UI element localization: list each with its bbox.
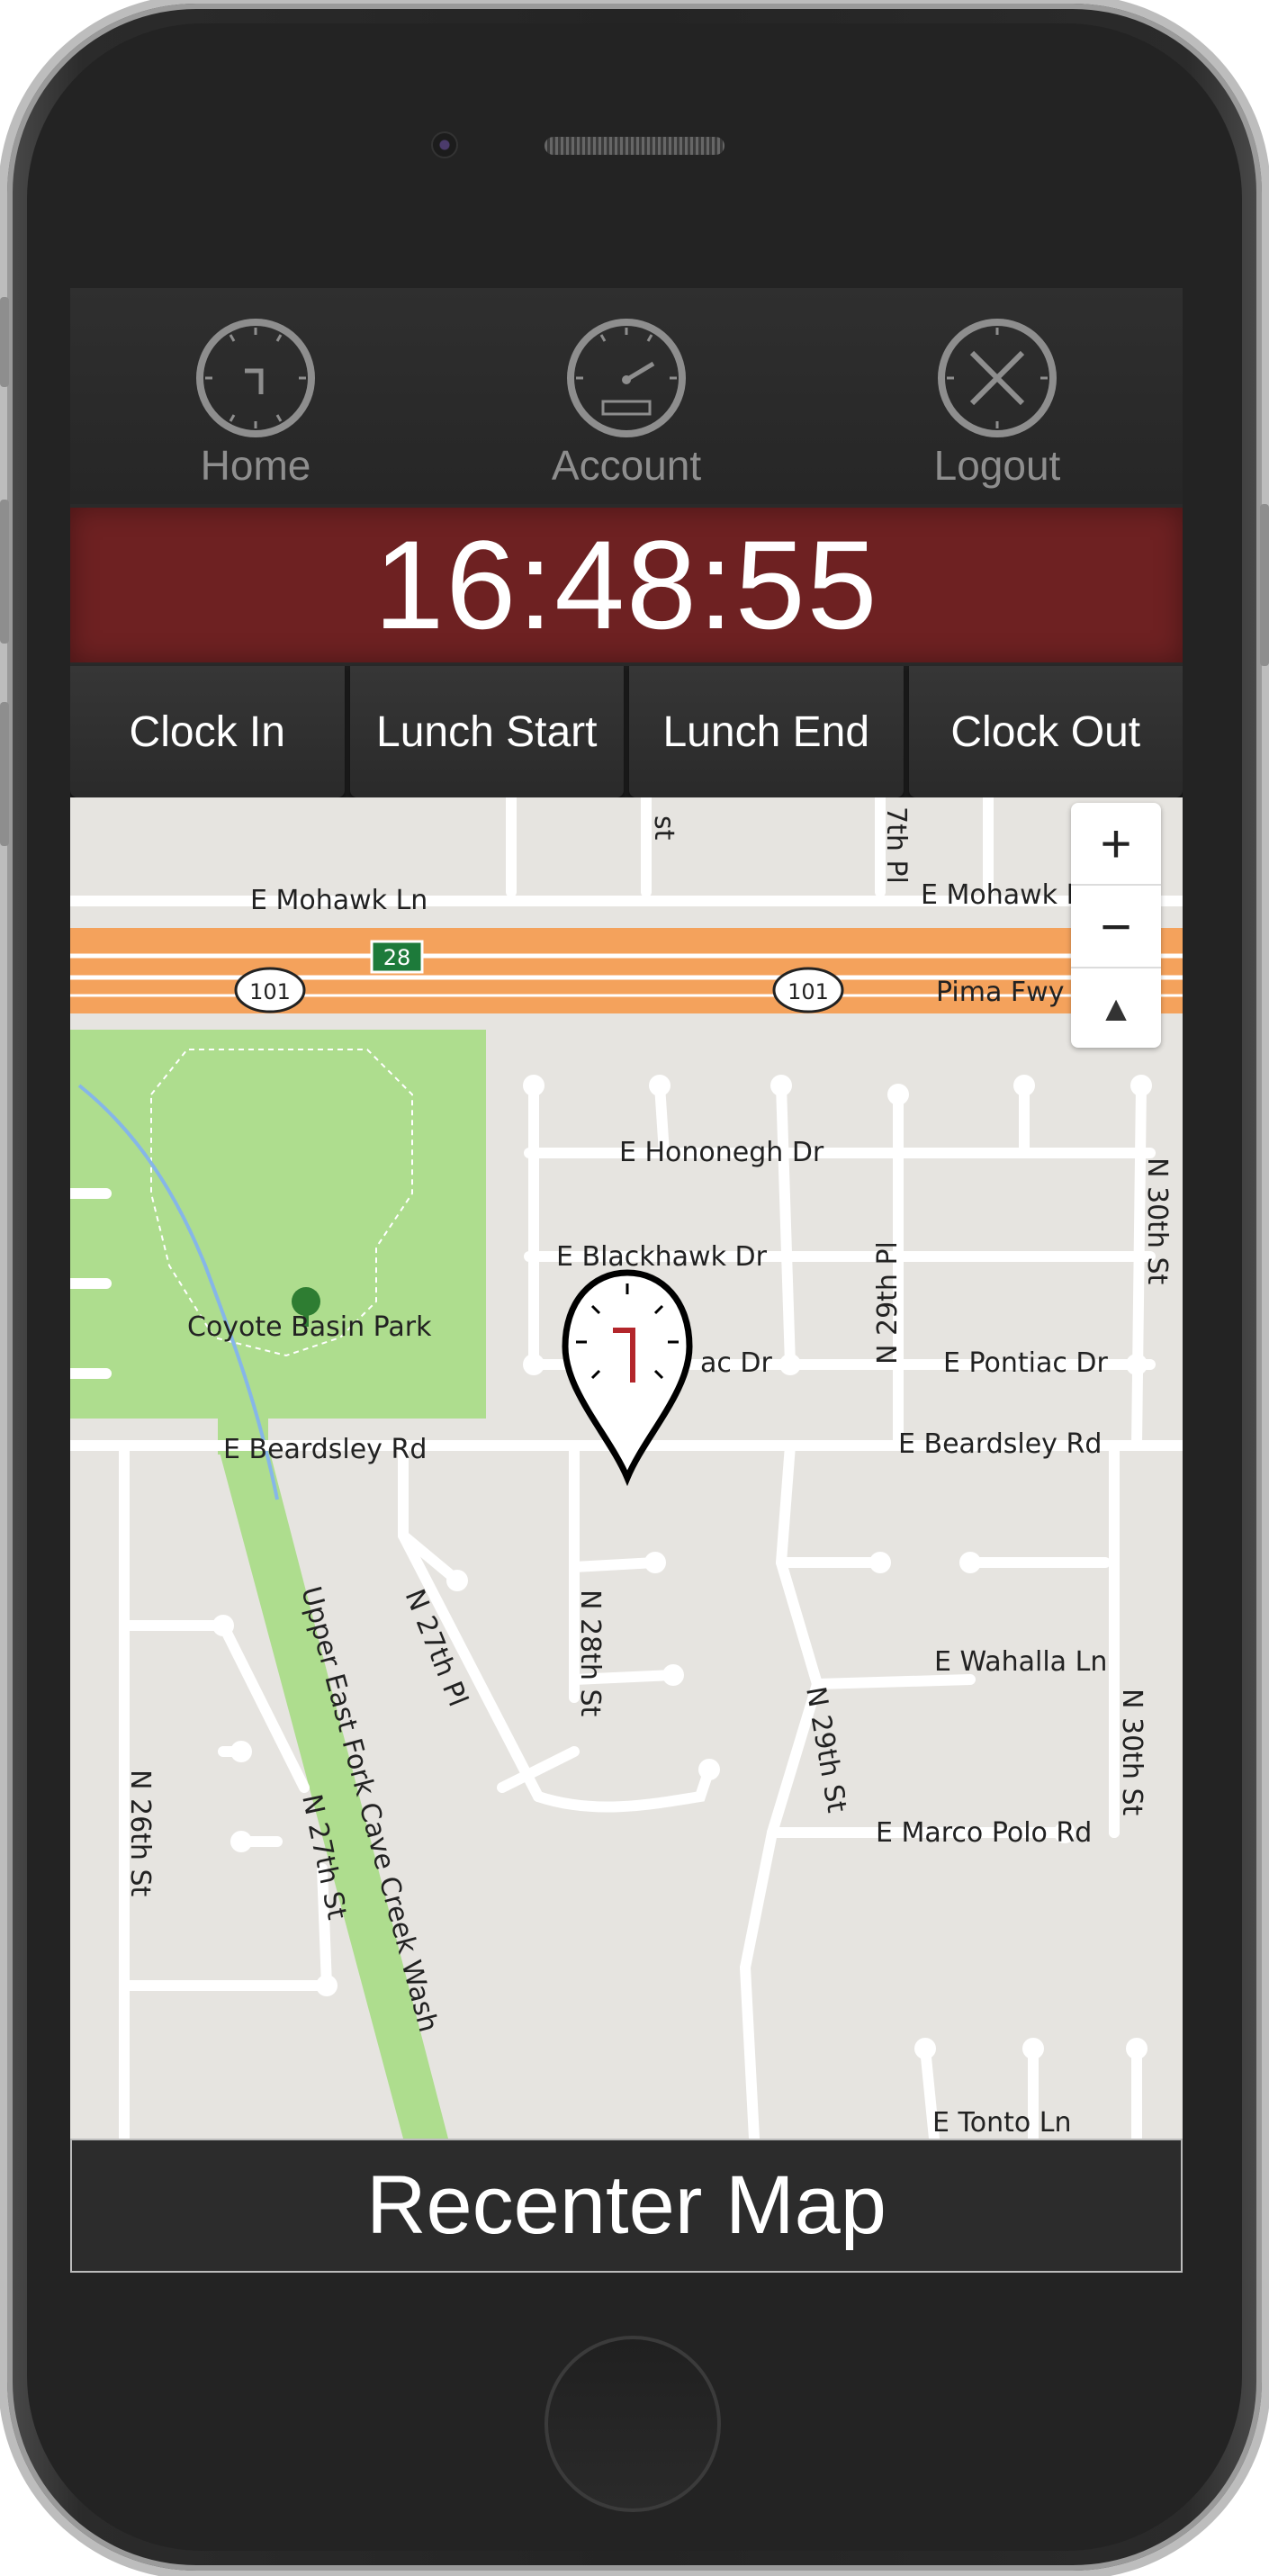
zoom-out-button[interactable]: − — [1071, 886, 1161, 968]
nav-account[interactable]: Account — [536, 315, 716, 490]
label-beardsley-east: E Beardsley Rd — [898, 1428, 1102, 1460]
zoom-controls: + − ▲ — [1071, 803, 1161, 1048]
label-pima-fwy: Pima Fwy — [936, 977, 1064, 1008]
highway-101-shield-west: 101 — [234, 967, 306, 1013]
volume-up-button — [0, 500, 9, 644]
label-n30th-st-south: N 30th St — [1116, 1689, 1148, 1816]
home-hardware-button[interactable] — [544, 2336, 721, 2512]
label-marco-polo: E Marco Polo Rd — [876, 1817, 1092, 1849]
svg-text:101: 101 — [249, 979, 291, 1004]
power-button — [1260, 504, 1269, 666]
close-logout-icon — [938, 319, 1057, 437]
time-actions: Clock In Lunch Start Lunch End Clock Out — [70, 666, 1183, 797]
lunch-end-button[interactable]: Lunch End — [629, 666, 904, 797]
clock-home-icon — [196, 319, 315, 437]
label-wahalla: E Wahalla Ln — [934, 1646, 1107, 1678]
label-top-st: st — [648, 815, 680, 841]
app-screen: Home Account Logout 16:48:55 Clock In Lu… — [70, 288, 1183, 2273]
park-area — [70, 1030, 486, 1419]
earpiece-speaker — [544, 137, 724, 155]
map-canvas[interactable]: 28 101 101 E Mohawk Ln E Mohawk L Pima F… — [70, 797, 1183, 2139]
map-view[interactable]: 28 101 101 E Mohawk Ln E Mohawk L Pima F… — [70, 797, 1183, 2139]
lunch-start-button[interactable]: Lunch Start — [349, 666, 624, 797]
current-time: 16:48:55 — [374, 514, 879, 655]
label-coyote-basin-park: Coyote Basin Park — [187, 1311, 432, 1343]
label-tonto: E Tonto Ln — [932, 2107, 1071, 2139]
nav-home-label: Home — [200, 442, 311, 489]
svg-text:28: 28 — [383, 945, 411, 970]
clock-out-button[interactable]: Clock Out — [908, 666, 1183, 797]
label-pontiac-east: E Pontiac Dr — [943, 1347, 1108, 1379]
nav-account-label: Account — [551, 442, 702, 489]
gauge-account-icon — [567, 319, 686, 437]
label-n30th-st-north: N 30th St — [1141, 1157, 1173, 1285]
svg-text:101: 101 — [788, 979, 829, 1004]
clock-display: 16:48:55 — [70, 508, 1183, 662]
label-n28th-st: N 28th St — [574, 1590, 606, 1717]
nav-logout[interactable]: Logout — [907, 315, 1087, 490]
volume-down-button — [0, 702, 9, 846]
label-top-pl: 7th Pl — [880, 806, 912, 884]
label-pontiac-west: ac Dr — [700, 1347, 773, 1379]
nav-home[interactable]: Home — [166, 315, 346, 490]
recenter-map-button[interactable]: Recenter Map — [70, 2139, 1183, 2273]
front-camera — [431, 131, 458, 158]
label-n29th-pl: N 29th Pl — [872, 1241, 904, 1365]
compass-button[interactable]: ▲ — [1071, 968, 1161, 1049]
top-nav: Home Account Logout — [70, 288, 1183, 504]
highway-101-shield-east: 101 — [772, 967, 844, 1013]
label-hononegh: E Hononegh Dr — [619, 1137, 824, 1168]
label-beardsley-west: E Beardsley Rd — [223, 1434, 427, 1465]
highway-28-shield: 28 — [370, 940, 424, 974]
clock-in-button[interactable]: Clock In — [70, 666, 345, 797]
label-mohawk-west: E Mohawk Ln — [250, 885, 428, 916]
label-mohawk-east: E Mohawk L — [921, 879, 1082, 911]
mute-switch — [0, 297, 9, 387]
zoom-in-button[interactable]: + — [1071, 803, 1161, 886]
label-n26th-st: N 26th St — [124, 1770, 156, 1897]
nav-logout-label: Logout — [933, 442, 1061, 489]
label-blackhawk: E Blackhawk Dr — [556, 1241, 768, 1273]
